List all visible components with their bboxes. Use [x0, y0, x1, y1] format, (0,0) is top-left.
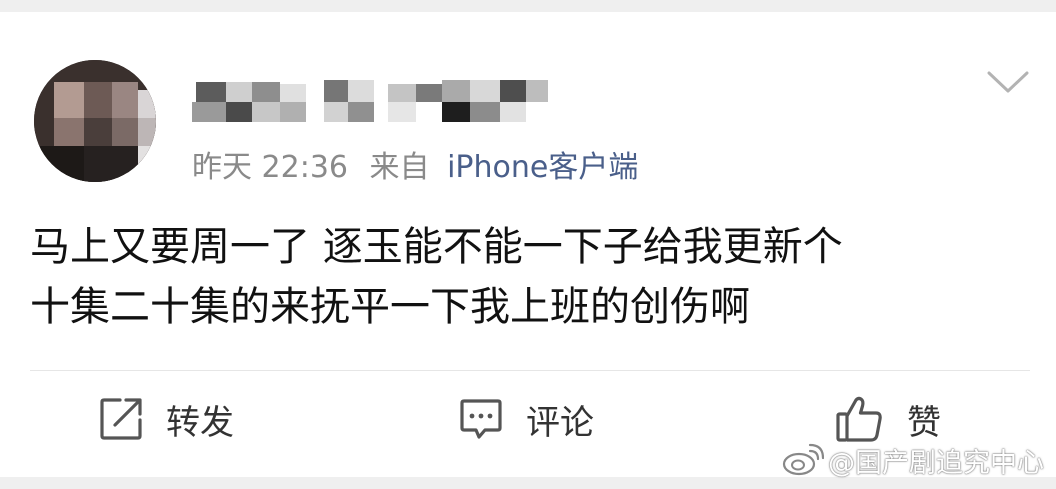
- post-content-line: 十集二十集的来抚平一下我上班的创伤啊: [30, 284, 750, 330]
- chevron-down-icon[interactable]: [986, 70, 1030, 96]
- repost-label: 转发: [166, 402, 234, 443]
- post-source-link[interactable]: iPhone客户端: [447, 150, 638, 185]
- repost-button[interactable]: 转发: [98, 394, 234, 444]
- source-prefix: 来自: [369, 150, 430, 185]
- like-label: 赞: [907, 402, 941, 443]
- username-redacted[interactable]: [192, 74, 552, 130]
- comment-label: 评论: [526, 402, 594, 443]
- post-content: 马上又要周一了 逐玉能不能一下子给我更新个 十集二十集的来抚平一下我上班的创伤啊: [30, 217, 1030, 337]
- watermark-text: @国产剧追究中心: [828, 447, 1044, 479]
- thumbs-up-icon: [836, 396, 882, 442]
- user-avatar[interactable]: [34, 60, 156, 182]
- post-meta: 昨天 22:36 来自 iPhone客户端: [192, 150, 638, 186]
- like-button[interactable]: 赞: [835, 394, 941, 444]
- post-time: 昨天 22:36: [192, 150, 348, 185]
- comment-icon: [460, 399, 502, 439]
- comment-button[interactable]: 评论: [458, 394, 594, 444]
- weibo-logo-icon: [782, 443, 824, 476]
- divider: [30, 370, 1030, 371]
- post-content-line: 马上又要周一了 逐玉能不能一下子给我更新个: [30, 224, 843, 270]
- watermark: @国产剧追究中心: [782, 440, 1044, 480]
- weibo-post-card: 昨天 22:36 来自 iPhone客户端 马上又要周一了 逐玉能不能一下子给我…: [0, 12, 1056, 477]
- share-icon: [100, 398, 142, 440]
